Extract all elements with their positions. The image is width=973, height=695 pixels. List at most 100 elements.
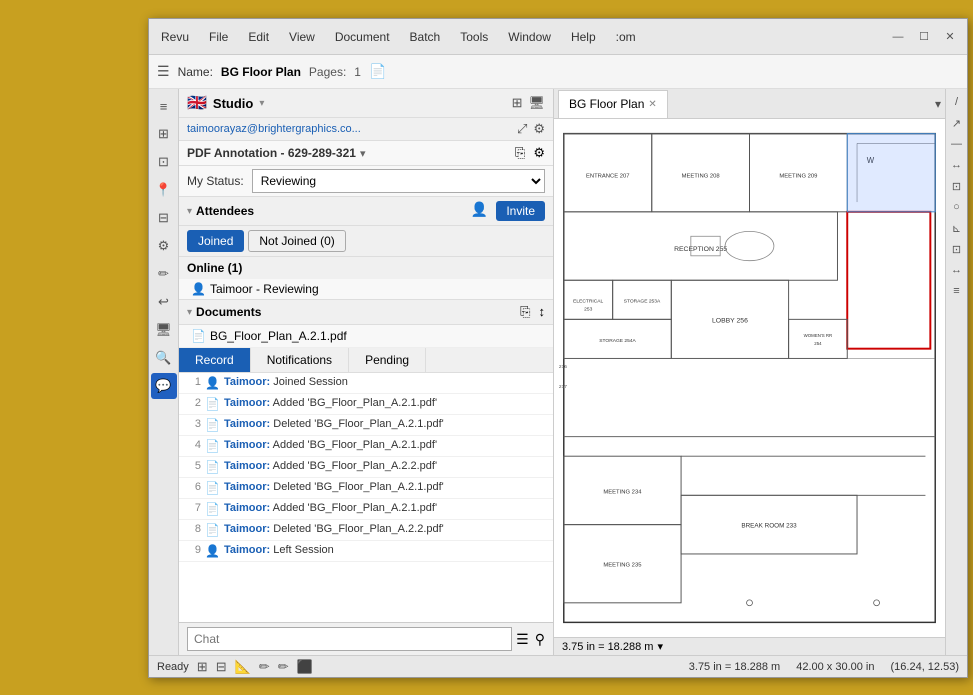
pages-label: Pages: bbox=[309, 65, 346, 79]
record-item: 7 📄 Taimoor: Added 'BG_Floor_Plan_A.2.1.… bbox=[179, 499, 553, 520]
docs-chevron[interactable]: ▾ bbox=[187, 307, 192, 318]
attendee-name: Taimoor - Reviewing bbox=[210, 282, 319, 296]
statusbar-pen-icon[interactable]: ✏ bbox=[259, 659, 270, 675]
left-icon-layers[interactable]: ⊟ bbox=[151, 205, 177, 231]
svg-text:MEETING 235: MEETING 235 bbox=[603, 563, 642, 569]
toolbar-menu-icon[interactable]: ☰ bbox=[157, 63, 170, 80]
menu-revu[interactable]: Revu bbox=[157, 28, 193, 46]
record-item: 1 👤 Taimoor: Joined Session bbox=[179, 373, 553, 394]
attendees-person-icon[interactable]: 👤 bbox=[471, 201, 488, 221]
left-icon-grid[interactable]: ⊞ bbox=[151, 121, 177, 147]
statusbar-box-icon[interactable]: ⬛ bbox=[297, 659, 313, 675]
studio-monitor-icon[interactable]: 🖥 bbox=[528, 95, 545, 111]
email-settings-icon[interactable]: ⚙ bbox=[533, 121, 545, 137]
chat-input[interactable] bbox=[187, 627, 512, 651]
menu-view[interactable]: View bbox=[285, 28, 319, 46]
right-icon-diagonal[interactable]: ↗ bbox=[948, 114, 966, 132]
left-icon-undo[interactable]: ↩ bbox=[151, 289, 177, 315]
scale-dropdown-icon[interactable]: ▾ bbox=[657, 640, 663, 653]
right-icon-hash[interactable]: ≡ bbox=[948, 282, 966, 300]
record-item: 5 📄 Taimoor: Added 'BG_Floor_Plan_A.2.2.… bbox=[179, 457, 553, 478]
record-num: 7 bbox=[187, 502, 201, 514]
tab-notifications[interactable]: Notifications bbox=[251, 348, 349, 372]
svg-text:MEETING 209: MEETING 209 bbox=[779, 174, 817, 180]
svg-text:RECEPTION 255: RECEPTION 255 bbox=[674, 246, 727, 253]
page-icon[interactable]: 📄 bbox=[369, 63, 386, 80]
left-icon-monitor[interactable]: 🖥 bbox=[151, 317, 177, 343]
chat-icons: ☰ ⚲ bbox=[516, 631, 545, 648]
coordinates-measurement: (16.24, 12.53) bbox=[891, 661, 960, 673]
docs-sort-icon[interactable]: ↕ bbox=[539, 304, 546, 320]
statusbar-pen2-icon[interactable]: ✏ bbox=[278, 659, 289, 675]
doc-tab-bg-floor-plan[interactable]: BG Floor Plan ✕ bbox=[558, 90, 668, 118]
floor-plan: ENTRANCE 207 MEETING 208 MEETING 209 W R… bbox=[554, 119, 945, 637]
record-item: 3 📄 Taimoor: Deleted 'BG_Floor_Plan_A.2.… bbox=[179, 415, 553, 436]
record-num: 8 bbox=[187, 523, 201, 535]
doc-tab-dropdown-icon[interactable]: ▾ bbox=[935, 97, 941, 111]
tab-pending[interactable]: Pending bbox=[349, 348, 426, 372]
status-select[interactable]: Reviewing Approved Rejected bbox=[252, 169, 545, 193]
record-name: Taimoor: bbox=[224, 523, 270, 535]
record-name: Taimoor: bbox=[224, 439, 270, 451]
record-name: Taimoor: bbox=[224, 460, 270, 472]
docs-copy-icon[interactable]: ⎘ bbox=[520, 304, 530, 320]
left-icon-pages[interactable]: ⊡ bbox=[151, 149, 177, 175]
menu-edit[interactable]: Edit bbox=[244, 28, 273, 46]
record-type-icon: 📄 bbox=[205, 523, 220, 537]
menu-batch[interactable]: Batch bbox=[406, 28, 445, 46]
left-icon-markup[interactable]: ✏ bbox=[151, 261, 177, 287]
record-type-icon: 📄 bbox=[205, 439, 220, 453]
tab-not-joined[interactable]: Not Joined (0) bbox=[248, 230, 345, 252]
maximize-button[interactable]: ☐ bbox=[915, 28, 933, 46]
record-type-icon: 👤 bbox=[205, 544, 220, 558]
left-icon-menu[interactable]: ≡ bbox=[151, 93, 177, 119]
record-num: 1 bbox=[187, 376, 201, 388]
menu-extra[interactable]: :om bbox=[612, 28, 640, 46]
chat-filter-icon[interactable]: ⚲ bbox=[535, 631, 545, 648]
record-text: Taimoor: Added 'BG_Floor_Plan_A.2.1.pdf' bbox=[224, 439, 437, 451]
right-icon-rect[interactable]: ⊡ bbox=[948, 177, 966, 195]
right-icon-line[interactable]: — bbox=[948, 135, 966, 153]
session-share-icon[interactable]: ⎘ bbox=[515, 145, 525, 161]
doc-tab-close-icon[interactable]: ✕ bbox=[648, 99, 656, 110]
studio-grid-icon[interactable]: ⊞ bbox=[512, 95, 523, 111]
attendees-chevron[interactable]: ▾ bbox=[187, 206, 192, 217]
svg-text:STORAGE 253A: STORAGE 253A bbox=[624, 299, 661, 305]
expand-icon[interactable]: ⤢ bbox=[517, 121, 527, 137]
menu-window[interactable]: Window bbox=[504, 28, 555, 46]
studio-icons: ⊞ 🖥 bbox=[512, 95, 545, 111]
studio-chevron[interactable]: ▾ bbox=[259, 98, 264, 109]
session-settings-icon[interactable]: ⚙ bbox=[533, 145, 545, 161]
invite-button[interactable]: Invite bbox=[496, 201, 545, 221]
right-icon-arrow[interactable]: / bbox=[948, 93, 966, 111]
record-item: 9 👤 Taimoor: Left Session bbox=[179, 541, 553, 562]
record-text: Taimoor: Left Session bbox=[224, 544, 334, 556]
svg-text:254: 254 bbox=[814, 341, 822, 346]
chat-list-icon[interactable]: ☰ bbox=[516, 631, 529, 648]
left-icon-settings[interactable]: ⚙ bbox=[151, 233, 177, 259]
right-icon-circle[interactable]: ○ bbox=[948, 198, 966, 216]
left-icon-search[interactable]: 🔍 bbox=[151, 345, 177, 371]
menu-document[interactable]: Document bbox=[331, 28, 394, 46]
right-icon-arrows[interactable]: ↔ bbox=[948, 261, 966, 279]
right-icon-resize[interactable]: ↔ bbox=[948, 156, 966, 174]
menu-file[interactable]: File bbox=[205, 28, 232, 46]
record-num: 3 bbox=[187, 418, 201, 430]
right-icon-box2[interactable]: ⊡ bbox=[948, 240, 966, 258]
menu-tools[interactable]: Tools bbox=[456, 28, 492, 46]
minimize-button[interactable]: — bbox=[889, 28, 907, 46]
statusbar-grid-icon[interactable]: ⊞ bbox=[197, 659, 208, 675]
tab-joined[interactable]: Joined bbox=[187, 230, 244, 252]
right-icon-shape[interactable]: ⊾ bbox=[948, 219, 966, 237]
tab-record[interactable]: Record bbox=[179, 348, 251, 372]
statusbar-measure-icon[interactable]: 📐 bbox=[235, 659, 251, 675]
svg-text:ENTRANCE 207: ENTRANCE 207 bbox=[586, 174, 630, 180]
left-icon-chat[interactable]: 💬 bbox=[151, 373, 177, 399]
left-icon-pins[interactable]: 📍 bbox=[151, 177, 177, 203]
record-num: 2 bbox=[187, 397, 201, 409]
statusbar-snap-icon[interactable]: ⊟ bbox=[216, 659, 227, 675]
session-chevron[interactable]: ▾ bbox=[360, 147, 366, 160]
menu-help[interactable]: Help bbox=[567, 28, 600, 46]
close-button[interactable]: ✕ bbox=[941, 28, 959, 46]
record-num: 9 bbox=[187, 544, 201, 556]
